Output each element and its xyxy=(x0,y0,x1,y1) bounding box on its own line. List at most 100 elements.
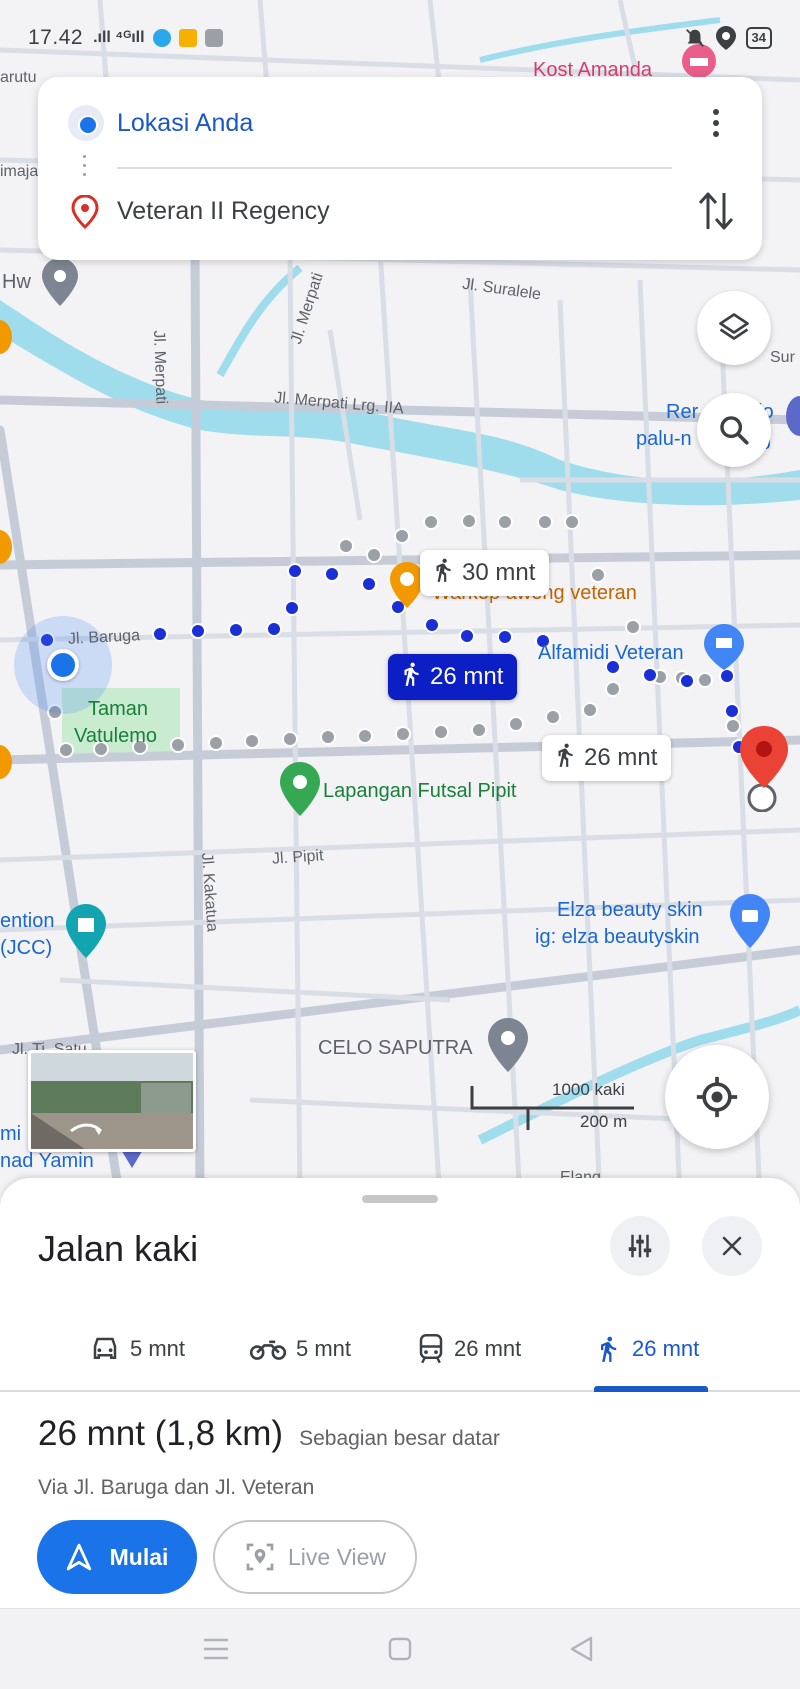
label-rer[interactable]: Rer xyxy=(666,400,698,424)
origin-dot-icon xyxy=(68,105,104,141)
tab-motorcycle-label: 5 mnt xyxy=(296,1336,352,1361)
recent-apps-button[interactable] xyxy=(196,1631,236,1667)
walk-icon xyxy=(601,1336,617,1362)
label-sur: Sur xyxy=(770,349,795,366)
walk-icon xyxy=(430,556,456,591)
label-elza-2[interactable]: ig: elza beautyskin xyxy=(535,925,700,949)
label-yamin[interactable]: nad Yamin xyxy=(0,1149,94,1173)
back-button[interactable] xyxy=(562,1631,602,1667)
walk-icon xyxy=(552,741,578,776)
label-hw[interactable]: Hw xyxy=(2,270,31,294)
status-bar: 17.42 .ıll ⁴ᴳıll 34 xyxy=(0,0,800,76)
route-chip-selected-label: 26 mnt xyxy=(430,663,504,690)
tab-transit-label: 26 mnt xyxy=(454,1336,522,1361)
transit-icon xyxy=(419,1334,443,1364)
system-nav-bar xyxy=(0,1608,800,1689)
route-duration-distance: 26 mnt (1,8 km) xyxy=(38,1414,284,1453)
destination-field[interactable]: Veteran II Regency xyxy=(117,193,330,229)
mute-icon xyxy=(685,29,704,47)
storage-icon xyxy=(204,29,223,47)
navigation-arrow-icon xyxy=(66,1543,91,1571)
street-view-thumbnail[interactable] xyxy=(28,1050,196,1152)
tune-icon xyxy=(628,1234,652,1258)
active-tab-indicator xyxy=(594,1386,708,1392)
tab-walk[interactable]: 26 mnt xyxy=(594,1306,699,1392)
route-chip-alt-1-label: 30 mnt xyxy=(462,559,536,586)
start-button-label: Mulai xyxy=(109,1543,169,1570)
live-view-label: Live View xyxy=(287,1543,387,1570)
label-taman-2[interactable]: Vatulemo xyxy=(74,724,157,748)
status-time: 17.42 xyxy=(28,26,84,49)
connector-dots xyxy=(83,155,87,185)
label-elza-1[interactable]: Elza beauty skin xyxy=(557,898,703,922)
tab-walk-label: 26 mnt xyxy=(632,1336,700,1361)
tab-motorcycle[interactable]: 5 mnt xyxy=(250,1306,351,1392)
search-icon xyxy=(720,416,749,445)
label-pipit: Jl. Pipit xyxy=(271,847,325,868)
sheet-drag-handle[interactable] xyxy=(362,1195,438,1203)
close-button[interactable] xyxy=(702,1216,762,1276)
swap-button[interactable] xyxy=(696,189,736,233)
tab-transit[interactable]: 26 mnt xyxy=(418,1306,521,1392)
search-along-route-button[interactable] xyxy=(697,393,771,467)
layers-icon xyxy=(719,313,749,340)
futsal-pin-icon[interactable] xyxy=(280,762,320,818)
label-futsal[interactable]: Lapangan Futsal Pipit xyxy=(323,779,516,803)
scale-feet: 1000 kaki xyxy=(552,1080,625,1099)
label-jcc[interactable]: (JCC) xyxy=(0,936,52,960)
route-chip-alt-2[interactable]: 26 mnt xyxy=(542,735,672,781)
destination-pin-icon[interactable] xyxy=(738,726,790,812)
scale-meters: 200 m xyxy=(580,1112,628,1131)
battery-icon: 34 xyxy=(745,27,772,49)
map-scale: 1000 kaki 200 m xyxy=(470,1080,650,1131)
label-ention[interactable]: ention xyxy=(0,909,55,933)
swap-icon xyxy=(698,192,734,230)
live-view-button[interactable]: Live View xyxy=(213,1520,417,1594)
tab-car-label: 5 mnt xyxy=(130,1336,186,1361)
menu-icon xyxy=(204,1638,228,1660)
live-view-icon xyxy=(246,1543,274,1571)
route-summary[interactable]: 26 mnt (1,8 km) Sebagian besar datar xyxy=(38,1414,500,1454)
directions-search-card: Lokasi Anda Veteran II Regency xyxy=(38,77,762,260)
signal-icon: .ıll ⁴ᴳıll xyxy=(93,29,145,46)
route-chip-alt-2-label: 26 mnt xyxy=(584,744,658,771)
field-divider xyxy=(117,167,672,169)
route-chip-selected[interactable]: 26 mnt xyxy=(388,654,518,700)
origin-field[interactable]: Lokasi Anda xyxy=(117,105,253,141)
route-options-button[interactable] xyxy=(610,1216,670,1276)
elza-pin-icon[interactable] xyxy=(730,894,770,950)
home-button[interactable] xyxy=(380,1631,420,1667)
hw-pin-icon[interactable] xyxy=(42,258,78,308)
jcc-pin-icon[interactable] xyxy=(66,904,106,960)
label-taman-1[interactable]: Taman xyxy=(88,697,148,721)
street-view-photo xyxy=(31,1053,193,1149)
route-via: Via Jl. Baruga dan Jl. Veteran xyxy=(38,1476,315,1499)
location-icon xyxy=(715,26,736,50)
label-palu[interactable]: palu-n xyxy=(636,427,692,451)
route-chip-alt-1[interactable]: 30 mnt xyxy=(420,550,550,596)
alfamidi-pin-icon[interactable] xyxy=(704,624,744,672)
close-icon xyxy=(722,1236,742,1256)
label-mi[interactable]: mi xyxy=(0,1122,21,1146)
celo-pin-icon[interactable] xyxy=(488,1018,528,1074)
directions-sheet: Jalan kaki 5 mnt 5 mnt 26 mnt 26 mnt 26 … xyxy=(0,1178,800,1608)
label-merpati-vertical: Jl. Merpati xyxy=(150,330,170,405)
destination-marker-icon xyxy=(71,195,99,229)
label-baruga: Jl. Baruga xyxy=(67,627,141,648)
walk-icon xyxy=(398,660,424,695)
status-right: 34 xyxy=(684,26,772,50)
gallery-icon xyxy=(178,29,197,47)
warkop-pin-icon[interactable] xyxy=(390,562,424,620)
label-imaja: imaja xyxy=(0,163,39,180)
layers-button[interactable] xyxy=(697,291,771,365)
my-location-button[interactable] xyxy=(665,1045,769,1149)
label-alfamidi[interactable]: Alfamidi Veteran xyxy=(538,641,684,665)
start-button[interactable]: Mulai xyxy=(37,1520,197,1594)
route-terrain-note: Sebagian besar datar xyxy=(299,1427,500,1450)
tab-car[interactable]: 5 mnt xyxy=(90,1306,185,1392)
more-options-button[interactable] xyxy=(698,101,734,145)
telegram-icon xyxy=(152,29,171,47)
label-celo[interactable]: CELO SAPUTRA xyxy=(318,1036,472,1060)
crosshair-icon xyxy=(696,1076,738,1118)
motorcycle-icon xyxy=(250,1340,286,1360)
